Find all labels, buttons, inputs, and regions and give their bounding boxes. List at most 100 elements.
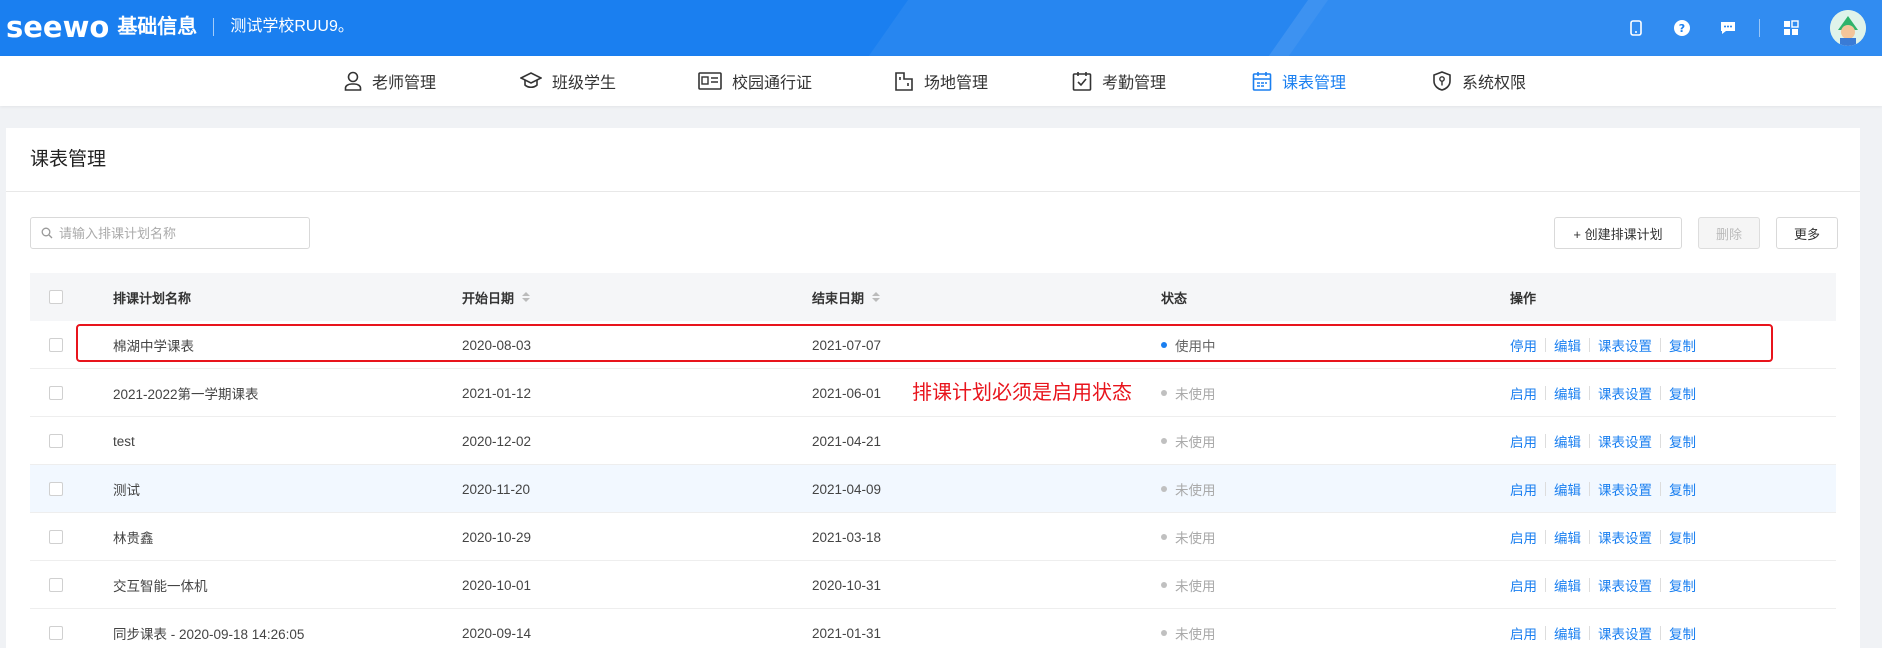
copy-link[interactable]: 复制 <box>1669 575 1696 595</box>
disable-link[interactable]: 停用 <box>1510 335 1537 355</box>
action-divider <box>1589 578 1590 592</box>
action-divider <box>1545 530 1546 544</box>
attendance-icon <box>1072 72 1092 91</box>
edit-link[interactable]: 编辑 <box>1554 623 1581 643</box>
start-date: 2020-12-02 <box>462 433 532 449</box>
nav-item-teachers[interactable]: 老师管理 <box>344 56 436 106</box>
end-date: 2021-04-09 <box>812 481 882 497</box>
row-checkbox[interactable] <box>49 578 63 592</box>
sort-icon[interactable] <box>872 291 881 303</box>
start-date: 2020-09-14 <box>462 625 532 641</box>
sort-icon[interactable] <box>522 291 531 303</box>
header-end[interactable]: 结束日期 <box>812 273 881 321</box>
edit-link[interactable]: 编辑 <box>1554 383 1581 403</box>
timetable-settings-link[interactable]: 课表设置 <box>1598 335 1652 355</box>
nav-item-campus-pass[interactable]: 校园通行证 <box>698 56 812 106</box>
table-row[interactable]: test 2020-12-02 2021-04-21 未使用 启用 编辑 课表设置 复制 <box>30 417 1836 465</box>
nav-item-classes[interactable]: 班级学生 <box>520 56 616 106</box>
header-end-label: 结束日期 <box>812 290 865 306</box>
phone-icon[interactable] <box>1625 17 1647 39</box>
header-start[interactable]: 开始日期 <box>462 273 531 321</box>
graduation-cap-icon <box>520 72 542 89</box>
timetable-settings-link[interactable]: 课表设置 <box>1598 383 1652 403</box>
message-icon[interactable] <box>1717 17 1739 39</box>
status-badge: 未使用 <box>1161 561 1216 609</box>
more-button[interactable]: 更多 <box>1776 217 1838 249</box>
enable-link[interactable]: 启用 <box>1510 431 1537 451</box>
timetable-settings-link[interactable]: 课表设置 <box>1598 431 1652 451</box>
app-name: 基础信息 <box>117 16 198 38</box>
end-date: 2021-03-18 <box>812 529 882 545</box>
table-row[interactable]: 交互智能一体机 2020-10-01 2020-10-31 未使用 启用 编辑 课表设置 复制 <box>30 561 1836 609</box>
edit-link[interactable]: 编辑 <box>1554 479 1581 499</box>
nav-item-permissions[interactable]: 系统权限 <box>1432 56 1526 106</box>
row-select-cell <box>49 561 63 609</box>
edit-link[interactable]: 编辑 <box>1554 335 1581 355</box>
create-plan-button[interactable]: + 创建排课计划 <box>1554 217 1682 249</box>
copy-link[interactable]: 复制 <box>1669 623 1696 643</box>
copy-link[interactable]: 复制 <box>1669 479 1696 499</box>
nav-label: 老师管理 <box>372 75 437 92</box>
edit-link[interactable]: 编辑 <box>1554 575 1581 595</box>
row-checkbox[interactable] <box>49 530 63 544</box>
table-row[interactable]: 测试 2020-11-20 2021-04-09 未使用 启用 编辑 课表设置 复制 <box>30 465 1836 513</box>
apps-icon[interactable] <box>1780 17 1802 39</box>
row-checkbox[interactable] <box>49 386 63 400</box>
edit-link[interactable]: 编辑 <box>1554 527 1581 547</box>
row-actions: 停用 编辑 课表设置 复制 <box>1510 321 1696 369</box>
enable-link[interactable]: 启用 <box>1510 575 1537 595</box>
person-icon <box>344 71 362 91</box>
status-label: 未使用 <box>1175 435 1216 450</box>
plan-name: 交互智能一体机 <box>113 579 208 594</box>
seewo-logo[interactable]: seewo <box>6 12 109 42</box>
title-divider <box>6 191 1860 192</box>
enable-link[interactable]: 启用 <box>1510 383 1537 403</box>
search-box[interactable] <box>30 217 310 249</box>
row-select-cell <box>49 465 63 513</box>
enable-link[interactable]: 启用 <box>1510 479 1537 499</box>
search-input[interactable] <box>59 225 289 241</box>
row-checkbox[interactable] <box>49 338 63 352</box>
avatar[interactable] <box>1830 10 1866 46</box>
timetable-settings-link[interactable]: 课表设置 <box>1598 479 1652 499</box>
start-date: 2021-01-12 <box>462 385 532 401</box>
status-badge: 使用中 <box>1161 321 1216 369</box>
enable-link[interactable]: 启用 <box>1510 527 1537 547</box>
row-actions: 启用 编辑 课表设置 复制 <box>1510 513 1696 561</box>
row-checkbox[interactable] <box>49 626 63 640</box>
enable-link[interactable]: 启用 <box>1510 623 1537 643</box>
table-row[interactable]: 林贵鑫 2020-10-29 2021-03-18 未使用 启用 编辑 课表设置 复制 <box>30 513 1836 561</box>
row-checkbox[interactable] <box>49 434 63 448</box>
plan-name: 2021-2022第一学期课表 <box>113 387 259 402</box>
nav-item-attendance[interactable]: 考勤管理 <box>1072 56 1166 106</box>
copy-link[interactable]: 复制 <box>1669 335 1696 355</box>
status-badge: 未使用 <box>1161 369 1216 417</box>
row-checkbox[interactable] <box>49 482 63 496</box>
copy-link[interactable]: 复制 <box>1669 383 1696 403</box>
status-label: 未使用 <box>1175 483 1216 498</box>
row-actions: 启用 编辑 课表设置 复制 <box>1510 417 1696 465</box>
action-divider <box>1589 626 1590 640</box>
table-row[interactable]: 同步课表 - 2020-09-18 14:26:05 2020-09-14 2021… <box>30 609 1836 648</box>
timetable-settings-link[interactable]: 课表设置 <box>1598 575 1652 595</box>
plan-name: 棉湖中学课表 <box>113 339 194 354</box>
end-date: 2021-07-07 <box>812 337 882 353</box>
nav-item-venues[interactable]: 场地管理 <box>894 56 988 106</box>
help-icon[interactable]: ? <box>1671 17 1693 39</box>
copy-link[interactable]: 复制 <box>1669 431 1696 451</box>
annotation-text: 排课计划必须是启用状态 <box>912 382 1132 404</box>
row-actions: 启用 编辑 课表设置 复制 <box>1510 561 1696 609</box>
edit-link[interactable]: 编辑 <box>1554 431 1581 451</box>
venue-icon <box>895 72 913 91</box>
row-select-cell <box>49 321 63 369</box>
select-all-checkbox[interactable] <box>49 290 63 304</box>
delete-button[interactable]: 删除 <box>1698 217 1760 249</box>
top-header: seewo 基础信息 测试学校RUU9 。 ? <box>0 0 1882 56</box>
school-name[interactable]: 测试学校RUU9 <box>230 12 338 42</box>
nav-item-timetable[interactable]: 课表管理 <box>1252 56 1346 106</box>
timetable-settings-link[interactable]: 课表设置 <box>1598 623 1652 643</box>
status-dot <box>1161 630 1167 636</box>
table-row[interactable]: 棉湖中学课表 2020-08-03 2021-07-07 使用中 停用 编辑 课表设置 复制 <box>30 321 1836 369</box>
copy-link[interactable]: 复制 <box>1669 527 1696 547</box>
timetable-settings-link[interactable]: 课表设置 <box>1598 527 1652 547</box>
